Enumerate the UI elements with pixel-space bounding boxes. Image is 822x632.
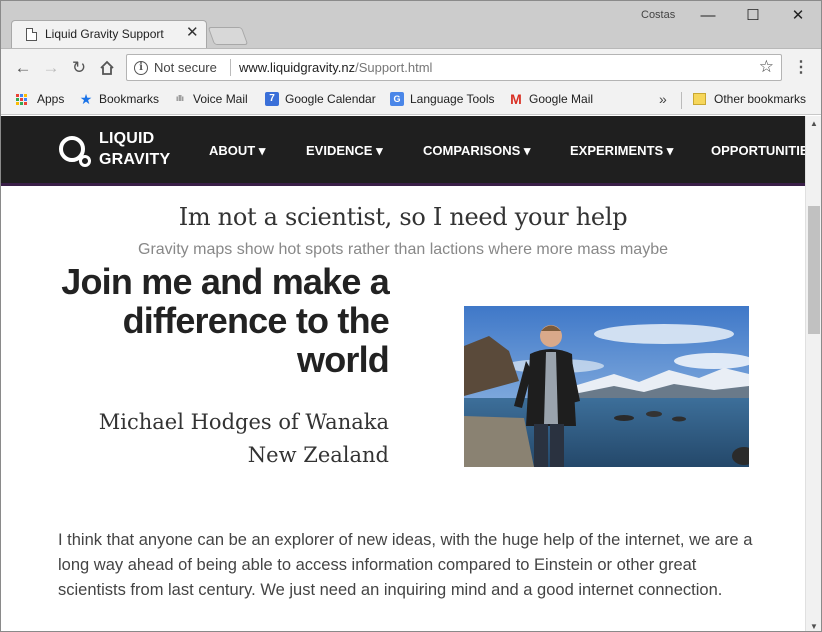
browser-toolbar: ← → ↻ i Not secure www.liquidgravity.nz/… [1,48,821,86]
tab-strip: Liquid Gravity Support ✕ Costas — ☐ ✕ [1,1,821,48]
scroll-up-icon[interactable]: ▲ [810,119,818,128]
divider [681,92,682,109]
logo-line-2: GRAVITY [99,151,171,168]
info-icon[interactable]: i [134,61,148,75]
nav-comparisons[interactable]: COMPARISONS ▾ [423,143,530,159]
tab-title: Liquid Gravity Support [45,27,164,41]
bookmark-voice-mail[interactable]: ıllı Voice Mail [173,92,248,106]
bookmark-bookmarks[interactable]: ★ Bookmarks [79,92,159,106]
back-icon[interactable]: ← [11,56,35,80]
intro-paragraph: I think that anyone can be an explorer o… [58,531,753,599]
browser-tab[interactable]: Liquid Gravity Support ✕ [11,20,207,48]
close-window-icon[interactable]: ✕ [778,5,818,27]
gmail-icon: M [510,91,522,107]
translate-icon: G [390,92,404,106]
security-label[interactable]: Not secure [154,60,217,75]
nav-experiments[interactable]: EXPERIMENTS ▾ [570,143,673,159]
bookmark-apps[interactable]: Apps [16,92,64,106]
minimize-icon[interactable]: — [688,5,728,27]
bookmark-label: Google Mail [529,92,594,106]
more-bookmarks-icon[interactable]: » [659,91,667,107]
page-icon [26,28,37,41]
site-navbar: LIQUID GRAVITY ABOUT ▾ EVIDENCE ▾ COMPAR… [1,116,805,186]
author-name: Michael Hodges of Wanaka New Zealand [41,406,389,472]
cisco-icon: ıllı [176,94,184,103]
logo-line-1: LIQUID [99,130,155,147]
bookmark-label: Apps [37,92,65,106]
liquid-gravity-logo-icon[interactable] [58,132,92,168]
bookmark-language-tools[interactable]: G Language Tools [390,92,495,106]
star-icon: ★ [79,91,93,107]
bookmark-label: Other bookmarks [714,92,807,106]
hero-title: Join me and make a difference to the wor… [61,261,390,380]
bookmarks-bar: Apps ★ Bookmarks ıllı Voice Mail 7 Googl… [1,86,821,115]
folder-icon [693,93,706,105]
maximize-icon[interactable]: ☐ [733,5,773,27]
page-scrollbar[interactable]: ▲ ▼ [805,116,821,631]
browser-window: Liquid Gravity Support ✕ Costas — ☐ ✕ ← … [0,0,822,632]
address-bar[interactable]: i Not secure www.liquidgravity.nz/Suppor… [126,54,782,81]
page-viewport: LIQUID GRAVITY ABOUT ▾ EVIDENCE ▾ COMPAR… [1,116,805,631]
bookmark-star-icon[interactable]: ☆ [759,57,774,77]
page-subtitle: Gravity maps show hot spots rather than … [138,241,668,258]
bookmark-google-calendar[interactable]: 7 Google Calendar [265,92,376,106]
nav-opportunities[interactable]: OPPORTUNITIE [711,143,805,158]
bookmark-label: Voice Mail [193,92,248,106]
bookmark-label: Google Calendar [285,92,376,106]
author-photo [464,306,749,467]
nav-evidence[interactable]: EVIDENCE ▾ [306,143,383,159]
close-tab-icon[interactable]: ✕ [186,25,199,41]
url-host: www.liquidgravity.nz [239,60,356,75]
author-name-line: Michael Hodges of Wanaka [98,410,389,434]
reload-icon[interactable]: ↻ [67,56,91,80]
profile-name[interactable]: Costas [641,9,675,21]
scroll-down-icon[interactable]: ▼ [810,622,818,631]
url-text[interactable]: www.liquidgravity.nz/Support.html [239,60,432,75]
calendar-icon: 7 [265,92,279,106]
browser-menu-icon[interactable]: ⋮ [793,57,809,77]
bookmark-label: Bookmarks [99,92,160,106]
author-location-line: New Zealand [247,443,389,467]
apps-grid-icon [16,93,27,105]
site-logo-text[interactable]: LIQUID GRAVITY [99,128,170,170]
nav-about[interactable]: ABOUT ▾ [209,143,265,159]
bookmark-label: Language Tools [410,92,495,106]
url-path: /Support.html [355,60,433,75]
other-bookmarks[interactable]: Other bookmarks [693,92,806,106]
home-icon[interactable] [95,56,119,80]
divider [230,59,231,76]
new-tab-button[interactable] [207,27,249,45]
forward-icon[interactable]: → [39,56,63,80]
scroll-thumb[interactable] [808,206,820,334]
page-title: Im not a scientist, so I need your help [178,203,628,231]
bookmark-google-mail[interactable]: M Google Mail [509,92,593,106]
